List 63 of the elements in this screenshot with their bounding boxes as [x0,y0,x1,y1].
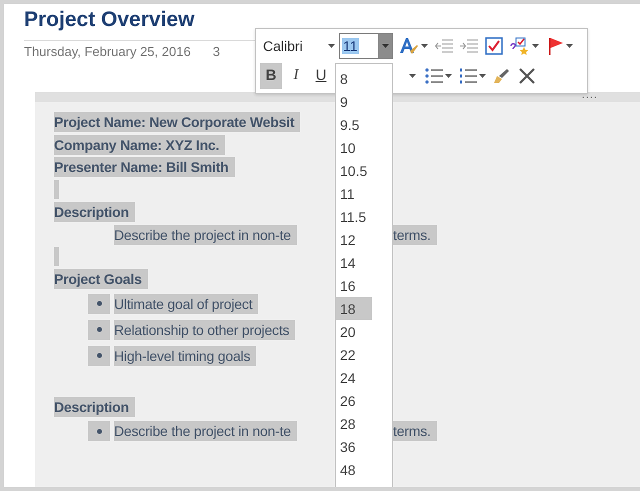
caret-icon [382,44,388,48]
bullet-text: High-level timing goals [114,346,256,366]
menu-item[interactable]: 9.5 [336,113,372,136]
caret-icon [479,74,486,78]
bold-button[interactable]: B [260,62,282,89]
empty-paragraph [54,247,59,266]
heading-text: Description [54,396,135,417]
bullet-icon [88,346,110,366]
caret-icon [420,44,428,48]
checkbox-icon [485,37,503,56]
bullet-text: Describe the project in non-te [114,421,297,441]
menu-item[interactable]: 11 [336,182,372,205]
clear-icon [518,66,536,85]
heading-text: Project Goals [54,269,148,290]
caret-icon [566,44,572,48]
page-title: Project Overview [24,8,194,33]
body-text: terms. [393,224,437,244]
caret-icon [532,44,539,48]
menu-item[interactable]: 16 [336,274,372,297]
menu-item[interactable]: 10 [336,136,372,159]
menu-item[interactable]: 24 [336,366,372,389]
caret-icon [408,74,416,78]
brush-icon [493,68,511,84]
bullet-icon [88,421,110,441]
menu-item[interactable]: 10.5 [336,159,372,182]
empty-paragraph [54,180,59,200]
heading-text: Project Name: New Corporate Websit [54,112,300,132]
size-field[interactable]: 11 [339,33,393,60]
caret-icon [445,74,452,78]
page-date: Thursday, February 25, 2016 [24,44,191,61]
menu-item[interactable]: 8 [336,67,372,90]
menu-item[interactable]: 22 [336,343,372,366]
page-time: 3 [212,44,220,61]
italic-button[interactable]: I [285,62,307,89]
body-text: terms. [393,421,437,441]
bullet-icon [88,294,110,314]
bullet-text: Relationship to other projects [114,320,296,340]
increase-indent-icon [460,39,478,54]
numbered-list-icon [459,68,477,84]
bullet-list-icon [425,68,443,84]
menu-item[interactable]: 26 [336,389,372,412]
menu-item[interactable]: 20 [336,320,372,343]
bullet-icon [88,320,110,340]
bullet-text: Ultimate goal of project [114,294,258,314]
heading-text: Presenter Name: Bill Smith [54,157,235,178]
menu-item[interactable]: 12 [336,228,372,251]
menu-item[interactable]: 14 [336,251,372,274]
font-color-icon [398,37,418,56]
underline-button[interactable]: U [310,62,332,89]
size-dropdown-button[interactable] [378,34,392,58]
heading-text: Description [54,202,135,222]
tags-icon [510,37,530,56]
menu-item[interactable]: 11.5 [336,205,372,228]
drag-handle[interactable]: .... [582,92,598,100]
body-text: Describe the project in non-te [114,224,297,244]
heading-text: Company Name: XYZ Inc. [54,134,226,155]
decrease-indent-icon [435,39,453,54]
menu-item[interactable]: 18 [336,297,372,320]
menu-item[interactable]: 36 [336,435,372,458]
caret-icon [328,44,335,48]
menu-item[interactable]: 28 [336,412,372,435]
menu-item[interactable]: 48 [336,458,372,481]
flag-icon [548,37,564,56]
